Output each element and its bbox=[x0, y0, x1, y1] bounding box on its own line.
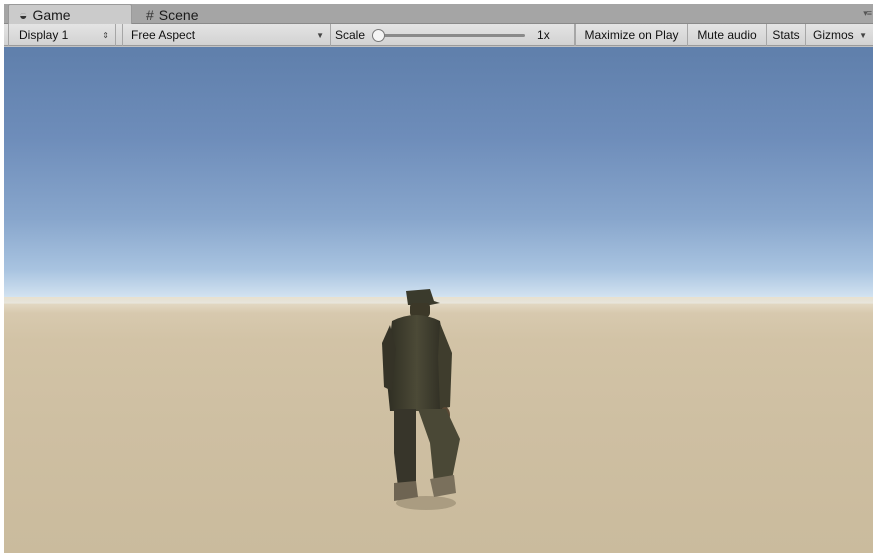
mute-audio-button[interactable]: Mute audio bbox=[688, 24, 767, 46]
tab-game[interactable]: ◒ Game bbox=[8, 4, 132, 25]
stats-button[interactable]: Stats bbox=[767, 24, 806, 46]
chevron-down-icon: ▼ bbox=[859, 30, 867, 40]
gizmos-dropdown[interactable]: Gizmos ▼ bbox=[806, 24, 873, 46]
scale-label: Scale bbox=[335, 28, 366, 42]
tab-scene[interactable]: # Scene bbox=[142, 4, 262, 25]
tab-game-label: Game bbox=[32, 7, 71, 23]
tab-strip: ◒ Game # Scene ▾≡ bbox=[4, 4, 873, 25]
game-viewport[interactable] bbox=[4, 47, 873, 553]
updown-arrow-icon: ⇕ bbox=[102, 30, 109, 40]
display-dropdown[interactable]: Display 1 ⇕ bbox=[8, 24, 116, 46]
aspect-dropdown[interactable]: Free Aspect ▼ bbox=[122, 24, 331, 46]
scale-value: 1x bbox=[537, 28, 550, 42]
gizmos-label: Gizmos bbox=[813, 28, 854, 42]
soldier-character bbox=[382, 289, 460, 510]
tab-menu-icon[interactable]: ▾≡ bbox=[863, 8, 872, 19]
grid-icon: # bbox=[146, 6, 154, 23]
maximize-on-play-button[interactable]: Maximize on Play bbox=[575, 24, 688, 46]
scale-slider[interactable] bbox=[372, 28, 526, 42]
display-value: Display 1 bbox=[19, 28, 69, 42]
aspect-value: Free Aspect bbox=[131, 28, 196, 42]
tab-scene-label: Scene bbox=[158, 6, 199, 23]
game-toolbar: Display 1 ⇕ Free Aspect ▼ Scale 1x Maxim… bbox=[4, 24, 873, 46]
game-window: ◒ Game # Scene ▾≡ Display 1 ⇕ Free Aspec… bbox=[4, 4, 873, 553]
chevron-down-icon: ▼ bbox=[316, 30, 324, 40]
pacman-icon: ◒ bbox=[19, 7, 28, 23]
scale-control: Scale 1x bbox=[331, 24, 575, 46]
scale-slider-thumb[interactable] bbox=[372, 28, 386, 42]
